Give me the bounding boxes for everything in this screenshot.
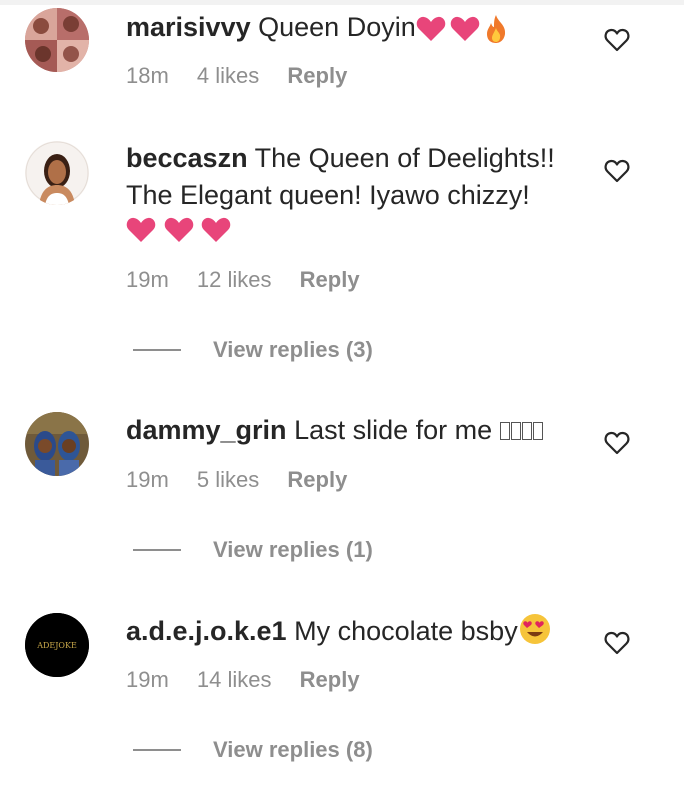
- view-replies-label[interactable]: View replies (8): [213, 737, 373, 763]
- heart-outline-icon[interactable]: [604, 430, 630, 456]
- heart-outline-icon[interactable]: [604, 630, 630, 656]
- avatar-logo-text: ADEJOKE: [36, 641, 77, 650]
- emoji-group: [126, 216, 566, 250]
- missing-glyph-icon: [521, 422, 532, 440]
- missing-glyph-icon: [510, 422, 521, 440]
- comment-meta: 19m 12 likes Reply: [126, 267, 382, 293]
- comment-time: 19m: [126, 667, 169, 692]
- view-replies-label[interactable]: View replies (1): [213, 537, 373, 563]
- comment-username[interactable]: beccaszn: [126, 143, 248, 173]
- heart-emoji-icon: [126, 217, 156, 242]
- comment-text: Queen Doyin: [258, 12, 416, 42]
- comment-body: beccaszn The Queen of Deelights!! The El…: [126, 140, 566, 250]
- comment-meta: 19m 5 likes Reply: [126, 467, 369, 493]
- replies-divider: [133, 549, 181, 551]
- heart-emoji-icon: [416, 16, 445, 41]
- heart-emoji-icon: [201, 217, 231, 242]
- replies-divider: [133, 349, 181, 351]
- missing-glyph-icon: [499, 422, 510, 440]
- comment-likes[interactable]: 14 likes: [197, 667, 272, 692]
- reply-button[interactable]: Reply: [287, 63, 347, 88]
- emoji-group: [499, 415, 544, 445]
- avatar[interactable]: [25, 8, 89, 72]
- comment-time: 19m: [126, 467, 169, 492]
- comment-body: dammy_grin Last slide for me: [126, 412, 566, 449]
- heart-emoji-icon: [450, 16, 479, 41]
- heart-emoji-icon: [164, 217, 193, 242]
- view-replies-button[interactable]: View replies (8): [133, 735, 373, 765]
- heart-outline-icon[interactable]: [604, 158, 630, 184]
- comment-likes[interactable]: 4 likes: [197, 63, 259, 88]
- reply-button[interactable]: Reply: [300, 667, 360, 692]
- comment-body: marisivvy Queen Doyin: [126, 9, 566, 46]
- comment-time: 18m: [126, 63, 169, 88]
- top-divider: [0, 0, 684, 5]
- comment-username[interactable]: a.d.e.j.o.k.e1: [126, 616, 287, 646]
- comment-time: 19m: [126, 267, 169, 292]
- avatar[interactable]: [25, 412, 89, 476]
- avatar[interactable]: ADEJOKE: [25, 613, 89, 677]
- comment-username[interactable]: dammy_grin: [126, 415, 287, 445]
- heart-eyes-face-icon: [519, 614, 550, 644]
- comment-likes[interactable]: 5 likes: [197, 467, 259, 492]
- reply-button[interactable]: Reply: [300, 267, 360, 292]
- missing-glyph-icon: [532, 422, 543, 440]
- comment-likes[interactable]: 12 likes: [197, 267, 272, 292]
- fire-emoji-icon: [486, 14, 505, 43]
- comment-body: a.d.e.j.o.k.e1 My chocolate bsby: [126, 612, 566, 650]
- comment-username[interactable]: marisivvy: [126, 12, 251, 42]
- view-replies-button[interactable]: View replies (1): [133, 535, 373, 565]
- replies-divider: [133, 749, 181, 751]
- comment-text: Last slide for me: [294, 415, 493, 445]
- heart-outline-icon[interactable]: [604, 27, 630, 53]
- comment-meta: 18m 4 likes Reply: [126, 63, 369, 89]
- comment-text: My chocolate bsby: [294, 616, 518, 646]
- view-replies-label[interactable]: View replies (3): [213, 337, 373, 363]
- avatar[interactable]: [25, 141, 89, 205]
- comment-meta: 19m 14 likes Reply: [126, 667, 382, 693]
- view-replies-button[interactable]: View replies (3): [133, 335, 373, 365]
- emoji-group: [416, 14, 508, 44]
- reply-button[interactable]: Reply: [287, 467, 347, 492]
